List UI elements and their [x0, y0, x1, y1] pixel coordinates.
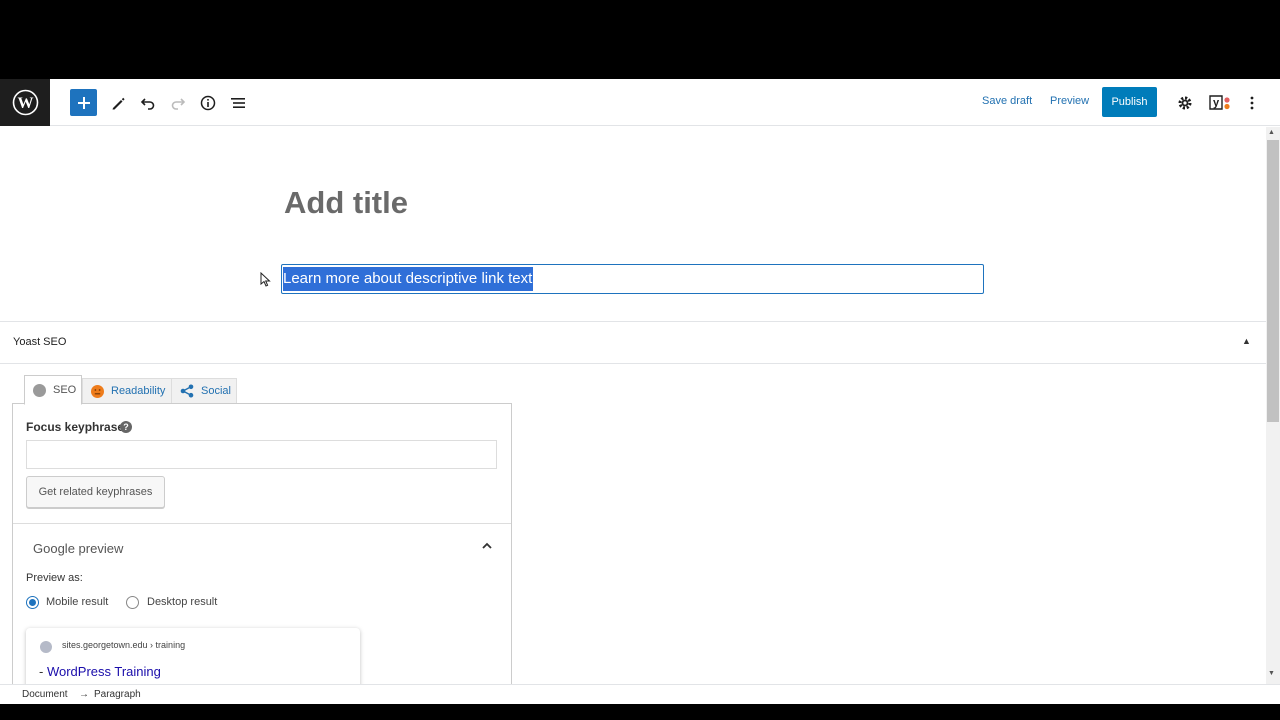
preview-as-label: Preview as: — [26, 572, 83, 584]
desktop-result-radio[interactable] — [126, 596, 139, 609]
more-options-button[interactable] — [1238, 89, 1266, 117]
save-draft-button[interactable]: Save draft — [982, 95, 1032, 107]
plus-icon — [77, 96, 90, 109]
mouse-cursor-icon — [260, 272, 271, 287]
details-button[interactable] — [194, 89, 222, 117]
serp-title: - WordPress Training — [39, 664, 161, 679]
tab-seo[interactable]: SEO — [24, 375, 82, 405]
redo-button[interactable] — [164, 89, 192, 117]
post-title-input[interactable]: Add title — [284, 185, 408, 221]
tools-button[interactable] — [104, 89, 132, 117]
screen-frame: W Save draft Preview Publish y Add title… — [0, 0, 1280, 720]
help-icon[interactable]: ? — [120, 421, 132, 433]
tab-seo-label: SEO — [53, 384, 77, 396]
yoast-icon: y — [1209, 95, 1230, 110]
scroll-up-arrow-icon[interactable]: ▲ — [1268, 129, 1275, 136]
paragraph-block[interactable]: Learn more about descriptive link text — [281, 264, 984, 294]
undo-icon — [140, 98, 155, 110]
preview-button[interactable]: Preview — [1050, 95, 1089, 107]
add-block-button[interactable] — [70, 89, 97, 116]
share-icon — [180, 384, 194, 398]
tab-readability-label: Readability — [111, 385, 166, 397]
pencil-icon — [112, 97, 125, 110]
paragraph-selected-text[interactable]: Learn more about descriptive link text — [283, 267, 534, 291]
seo-score-dot-icon — [33, 383, 46, 397]
desktop-result-label[interactable]: Desktop result — [147, 596, 217, 608]
breadcrumb-paragraph[interactable]: Paragraph — [94, 689, 141, 700]
smiley-face-icon — [91, 384, 104, 398]
focus-keyphrase-input[interactable] — [26, 440, 497, 469]
wordpress-logo-button[interactable]: W — [0, 79, 50, 126]
gear-icon — [1178, 96, 1192, 110]
breadcrumb-separator-arrow: → — [79, 689, 89, 700]
mobile-result-radio[interactable] — [26, 596, 39, 609]
list-view-button[interactable] — [224, 89, 252, 117]
chevron-up-icon[interactable] — [481, 540, 493, 552]
serp-title-text: WordPress Training — [46, 664, 161, 679]
section-divider — [13, 523, 511, 524]
tab-social[interactable]: Social — [171, 378, 237, 404]
tab-readability[interactable]: Readability — [82, 378, 172, 404]
collapse-arrow-icon[interactable]: ▲ — [1242, 336, 1251, 346]
wordpress-icon: W — [12, 89, 38, 116]
yoast-panel-title: Yoast SEO — [13, 336, 67, 348]
settings-button[interactable] — [1171, 89, 1199, 117]
info-icon — [200, 95, 216, 111]
undo-button[interactable] — [134, 89, 162, 117]
breadcrumb-document[interactable]: Document — [22, 689, 68, 700]
redo-icon — [171, 98, 186, 110]
serp-title-prefix: - — [39, 664, 47, 679]
tab-social-label: Social — [201, 385, 231, 397]
wordpress-editor: W Save draft Preview Publish y Add title… — [0, 79, 1280, 704]
serp-url: sites.georgetown.edu › training — [62, 640, 186, 650]
get-related-keyphrases-button[interactable]: Get related keyphrases — [26, 476, 165, 508]
more-vertical-icon — [1250, 96, 1254, 110]
scroll-down-arrow-icon[interactable]: ▼ — [1268, 670, 1275, 677]
yoast-panel-header[interactable]: Yoast SEO ▲ — [0, 321, 1266, 364]
mobile-result-label[interactable]: Mobile result — [46, 596, 108, 608]
list-view-icon — [231, 98, 245, 108]
block-breadcrumb: Document → Paragraph — [0, 684, 1280, 704]
svg-text:y: y — [1213, 97, 1220, 109]
editor-toolbar: W Save draft Preview Publish y — [0, 79, 1280, 126]
yoast-sidebar-button[interactable]: y — [1206, 89, 1234, 117]
scrollbar-thumb[interactable] — [1267, 140, 1279, 422]
focus-keyphrase-label: Focus keyphrase — [26, 420, 125, 434]
svg-text:W: W — [17, 95, 33, 112]
publish-button[interactable]: Publish — [1102, 87, 1157, 117]
globe-icon — [40, 641, 52, 653]
google-preview-heading[interactable]: Google preview — [33, 541, 123, 556]
